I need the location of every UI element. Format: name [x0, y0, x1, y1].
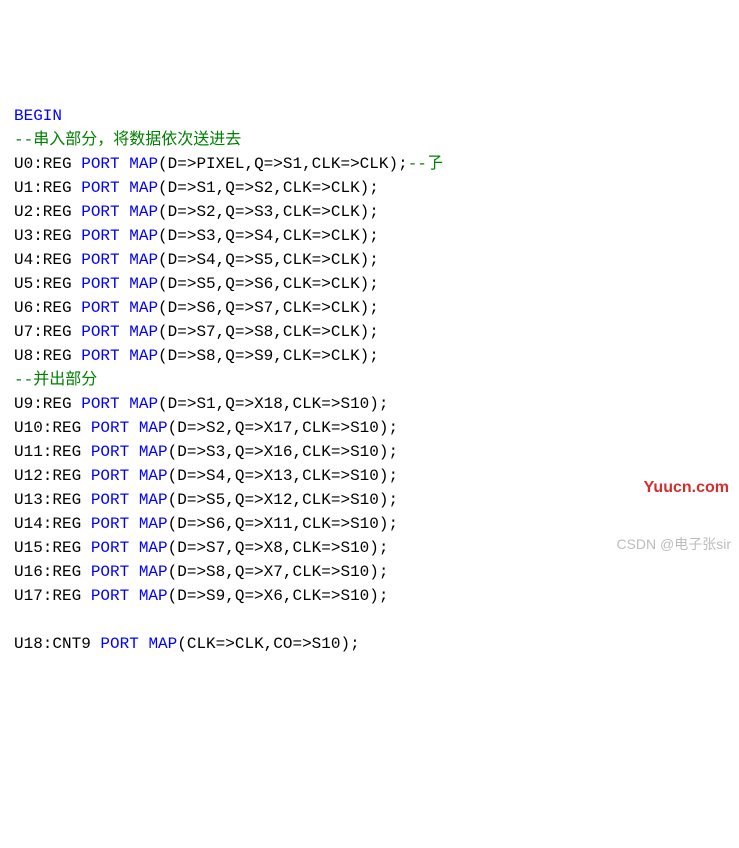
code-listing: BEGIN --串入部分，将数据依次送进去 U0:REG PORT MAP(D=… — [14, 104, 725, 656]
watermark-site: Yuucn.com — [644, 476, 729, 500]
watermark-csdn: CSDN @电子张sir — [616, 532, 731, 556]
